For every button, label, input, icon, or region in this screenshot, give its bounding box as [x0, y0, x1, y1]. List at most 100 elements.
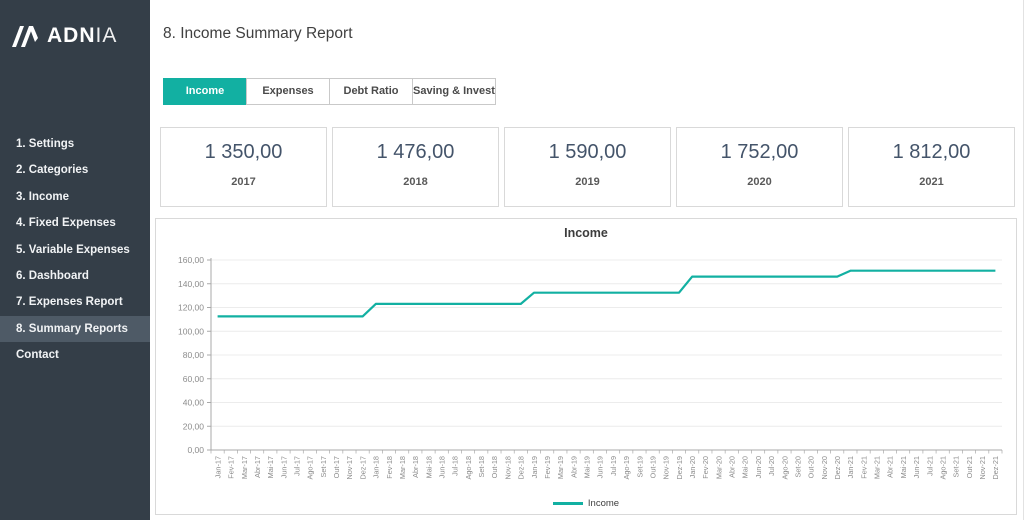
- card-year-label: 2018: [333, 176, 498, 188]
- summary-card-2019: 1 590,002019: [504, 127, 671, 207]
- svg-text:Jun-17: Jun-17: [279, 456, 288, 478]
- svg-text:Jul-17: Jul-17: [292, 456, 301, 476]
- sidebar-item-dashboard[interactable]: 6. Dashboard: [0, 263, 150, 289]
- svg-text:Ago-18: Ago-18: [464, 456, 473, 480]
- card-year-label: 2020: [677, 176, 842, 188]
- svg-text:Fev-19: Fev-19: [543, 456, 552, 479]
- logo-text-light: IA: [96, 24, 118, 47]
- card-value: 1 476,00: [333, 141, 498, 164]
- svg-text:Jan-19: Jan-19: [530, 456, 539, 478]
- adnia-logo-icon: [10, 22, 40, 50]
- sidebar-item-fixed-expenses[interactable]: 4. Fixed Expenses: [0, 210, 150, 236]
- svg-text:Mar-18: Mar-18: [398, 456, 407, 479]
- summary-card-2018: 1 476,00 2018: [332, 127, 499, 207]
- svg-text:20,00: 20,00: [183, 421, 205, 431]
- svg-text:Mai-19: Mai-19: [583, 456, 592, 478]
- svg-text:Jul-19: Jul-19: [609, 456, 618, 476]
- sidebar-item-summary-reports[interactable]: 8. Summary Reports: [0, 316, 150, 342]
- summary-card-2021: 1 812,002021: [848, 127, 1015, 207]
- svg-text:Out-20: Out-20: [807, 456, 816, 478]
- page-title: 8. Income Summary Report: [163, 25, 353, 43]
- income-chart-card: Income 0,0020,0040,0060,0080,00100,00120…: [155, 218, 1017, 515]
- card-year-label: 2019: [505, 176, 670, 188]
- logo-text: ADNIA: [47, 24, 117, 48]
- svg-text:60,00: 60,00: [183, 374, 205, 384]
- svg-text:Jun-18: Jun-18: [438, 456, 447, 478]
- svg-text:Nov-18: Nov-18: [503, 456, 512, 480]
- sidebar-item-income[interactable]: 3. Income: [0, 184, 150, 210]
- svg-text:120,00: 120,00: [178, 303, 204, 313]
- report-tabs: IncomeExpensesDebt RatioSaving & Invest.: [163, 78, 496, 105]
- app-window: { "sidebar": { "logo": { "bold": "ADN", …: [0, 0, 1024, 520]
- card-year-label: 2021: [849, 176, 1014, 188]
- svg-text:Jun-21: Jun-21: [912, 456, 921, 478]
- svg-text:Abr-19: Abr-19: [569, 456, 578, 478]
- sidebar-item-categories[interactable]: 2. Categories: [0, 157, 150, 183]
- svg-text:Fev-21: Fev-21: [859, 456, 868, 479]
- sidebar: ADNIA 1. Settings2. Categories3. Income4…: [0, 0, 150, 520]
- sidebar-item-settings[interactable]: 1. Settings: [0, 131, 150, 157]
- svg-text:Ago-17: Ago-17: [306, 456, 315, 480]
- tab-debt-ratio[interactable]: Debt Ratio: [329, 78, 413, 105]
- legend-label: Income: [588, 498, 619, 509]
- svg-text:Mai-20: Mai-20: [741, 456, 750, 478]
- svg-text:Mar-17: Mar-17: [240, 456, 249, 479]
- svg-text:Mar-20: Mar-20: [714, 456, 723, 479]
- svg-text:Dez-19: Dez-19: [675, 456, 684, 480]
- summary-card-2017: 1 350,002017: [160, 127, 327, 207]
- card-year-label: 2017: [161, 176, 326, 188]
- svg-text:Nov-21: Nov-21: [978, 456, 987, 480]
- income-line-chart: 0,0020,0040,0060,0080,00100,00120,00140,…: [159, 248, 1015, 494]
- svg-text:Abr-20: Abr-20: [728, 456, 737, 478]
- svg-text:Mai-17: Mai-17: [266, 456, 275, 478]
- svg-text:Jul-21: Jul-21: [925, 456, 934, 476]
- svg-text:Mai-18: Mai-18: [424, 456, 433, 478]
- svg-text:Dez-20: Dez-20: [833, 456, 842, 480]
- svg-text:Abr-17: Abr-17: [253, 456, 262, 478]
- svg-text:Out-18: Out-18: [490, 456, 499, 478]
- tab-income[interactable]: Income: [163, 78, 247, 105]
- svg-text:Nov-17: Nov-17: [345, 456, 354, 480]
- tab-expenses[interactable]: Expenses: [246, 78, 330, 105]
- svg-text:Fev-20: Fev-20: [701, 456, 710, 479]
- svg-text:Out-21: Out-21: [965, 456, 974, 478]
- svg-text:Set-17: Set-17: [319, 456, 328, 478]
- svg-text:Dez-18: Dez-18: [517, 456, 526, 480]
- svg-text:Jan-17: Jan-17: [213, 456, 222, 478]
- svg-text:Fev-18: Fev-18: [385, 456, 394, 479]
- svg-text:Set-18: Set-18: [477, 456, 486, 478]
- svg-text:Abr-18: Abr-18: [411, 456, 420, 478]
- svg-text:Fev-17: Fev-17: [227, 456, 236, 479]
- svg-text:100,00: 100,00: [178, 326, 204, 336]
- svg-text:Set-19: Set-19: [635, 456, 644, 478]
- svg-text:Set-20: Set-20: [793, 456, 802, 478]
- sidebar-item-expenses-report[interactable]: 7. Expenses Report: [0, 289, 150, 315]
- tab-saving-invest[interactable]: Saving & Invest.: [412, 78, 496, 105]
- svg-text:Jan-20: Jan-20: [688, 456, 697, 478]
- svg-text:Ago-20: Ago-20: [780, 456, 789, 480]
- svg-text:Mar-19: Mar-19: [556, 456, 565, 479]
- svg-text:Nov-20: Nov-20: [820, 456, 829, 480]
- summary-card-2020: 1 752,00 2020: [676, 127, 843, 207]
- svg-text:Nov-19: Nov-19: [662, 456, 671, 480]
- logo-text-bold: ADN: [47, 24, 96, 47]
- sidebar-item-variable-expenses[interactable]: 5. Variable Expenses: [0, 237, 150, 263]
- svg-text:140,00: 140,00: [178, 279, 204, 289]
- svg-text:40,00: 40,00: [183, 398, 205, 408]
- svg-text:Dez-17: Dez-17: [358, 456, 367, 480]
- svg-text:Abr-21: Abr-21: [886, 456, 895, 478]
- svg-text:Out-19: Out-19: [648, 456, 657, 478]
- svg-text:160,00: 160,00: [178, 255, 204, 265]
- sidebar-item-contact[interactable]: Contact: [0, 342, 150, 368]
- svg-text:Set-21: Set-21: [952, 456, 961, 478]
- card-value: 1 752,00: [677, 141, 842, 164]
- svg-text:Mar-21: Mar-21: [873, 456, 882, 479]
- svg-text:Ago-19: Ago-19: [622, 456, 631, 480]
- svg-text:Jul-20: Jul-20: [767, 456, 776, 476]
- svg-text:Mai-21: Mai-21: [899, 456, 908, 478]
- svg-text:Out-17: Out-17: [332, 456, 341, 478]
- svg-text:0,00: 0,00: [187, 445, 204, 455]
- logo: ADNIA: [0, 0, 150, 50]
- svg-text:Jul-18: Jul-18: [451, 456, 460, 476]
- svg-text:Jan-21: Jan-21: [846, 456, 855, 478]
